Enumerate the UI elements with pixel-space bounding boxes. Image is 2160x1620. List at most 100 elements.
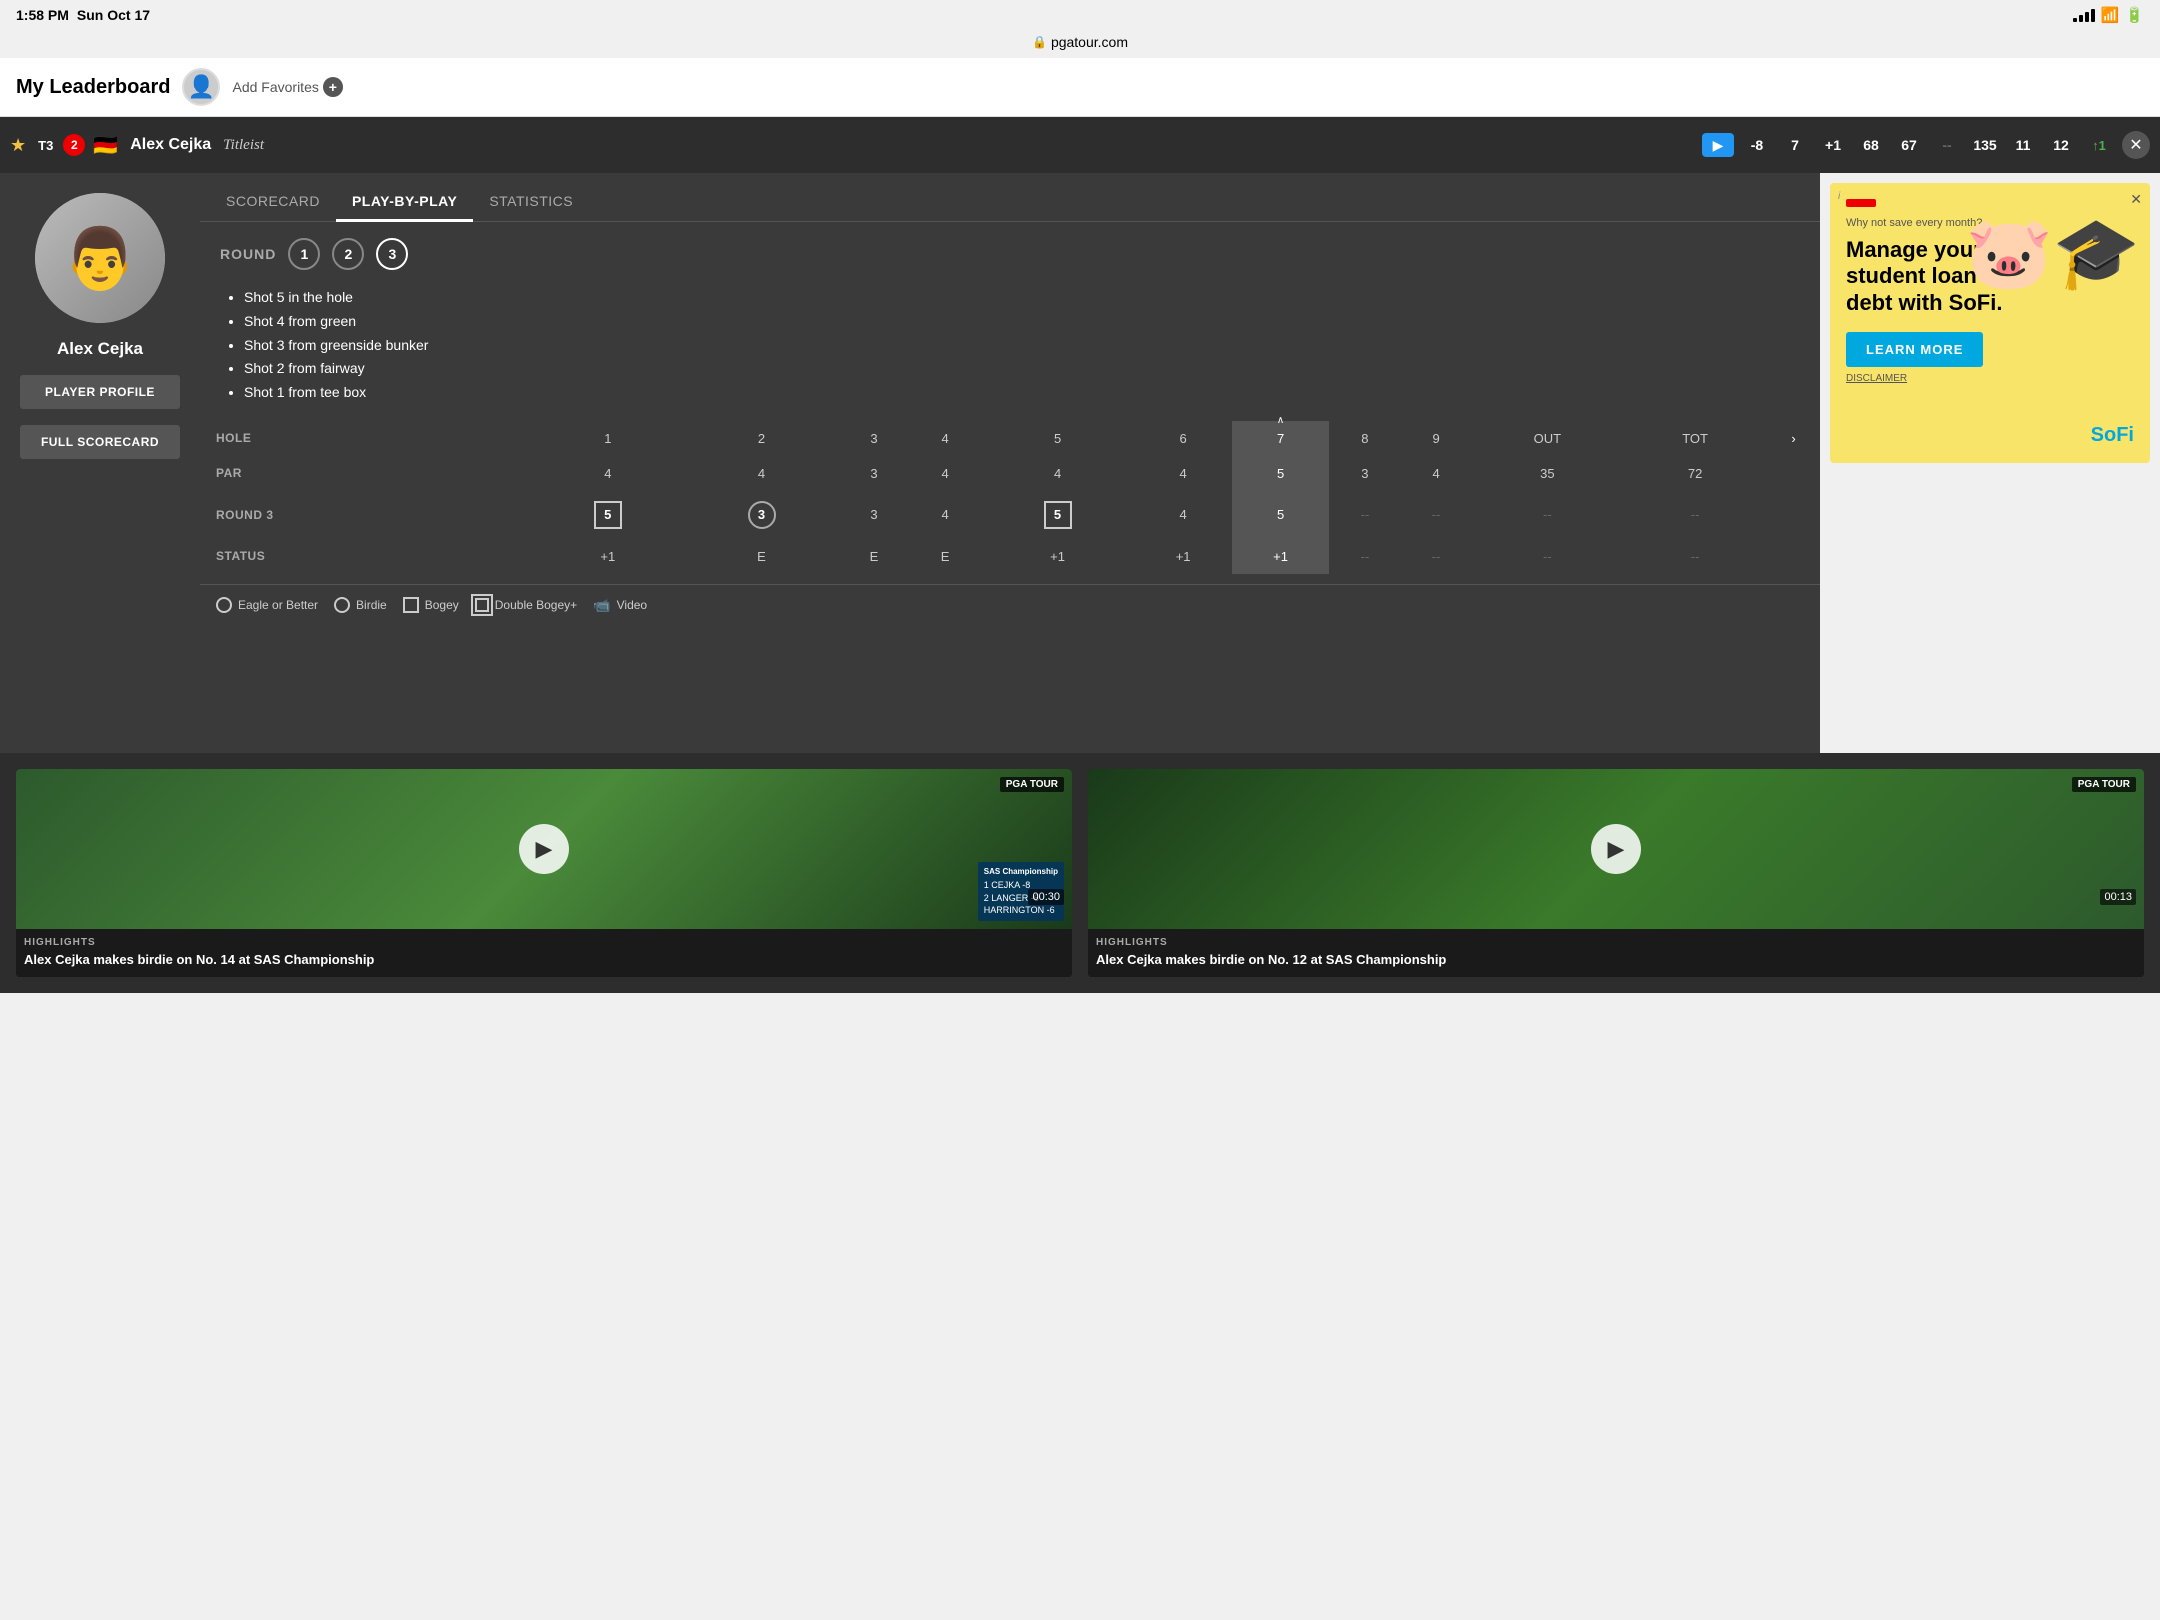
player-avatar: 👨: [35, 193, 165, 323]
hole-2: 2: [685, 421, 839, 456]
video-tag-2: HIGHLIGHTS: [1096, 937, 2136, 948]
r3-h4: 4: [910, 491, 981, 539]
r3-tot: --: [1623, 491, 1767, 539]
legend-double-bogey: Double Bogey+: [475, 598, 577, 612]
s-h1: +1: [531, 539, 685, 574]
shot-list: Shot 5 in the hole Shot 4 from green Sho…: [220, 286, 1800, 405]
wifi-icon: 📶: [2101, 6, 2120, 24]
main-content: 👨 Alex Cejka PLAYER PROFILE FULL SCORECA…: [0, 173, 2160, 753]
player-holes2: 12: [2046, 137, 2076, 153]
s-h3: E: [838, 539, 909, 574]
avatar: 👤: [182, 68, 220, 106]
video-icon[interactable]: ▶: [1702, 133, 1734, 157]
r3-out: --: [1472, 491, 1623, 539]
player-score: -8: [1742, 137, 1772, 153]
shot-2: Shot 2 from fairway: [244, 357, 1800, 381]
video-card-1[interactable]: PGA TOUR ▶ SAS Championship 1 CEJKA -8 2…: [16, 769, 1072, 977]
status-bar: 1:58 PM Sun Oct 17 📶 🔋: [0, 0, 2160, 30]
shot-4: Shot 4 from green: [244, 310, 1800, 334]
round-label: ROUND: [220, 246, 276, 262]
s-h2: E: [685, 539, 839, 574]
hole-7-header: ∧ 7: [1232, 421, 1329, 456]
videos-section: PGA TOUR ▶ SAS Championship 1 CEJKA -8 2…: [0, 753, 2160, 993]
add-favorites-button[interactable]: Add Favorites +: [232, 77, 342, 97]
leaderboard-title: My Leaderboard: [16, 76, 170, 99]
tab-statistics[interactable]: STATISTICS: [473, 181, 589, 221]
piggy-icon: 🐷🎓: [1966, 213, 2140, 295]
par-row: PAR 4 4 3 4 4 4 5 3 4 35 72: [200, 456, 1820, 491]
country-flag: 🇩🇪: [93, 133, 118, 158]
video-label: Video: [617, 598, 647, 612]
play-button-2[interactable]: ▶: [1591, 824, 1641, 874]
hole-9: 9: [1400, 421, 1471, 456]
full-scorecard-button[interactable]: FULL SCORECARD: [20, 425, 180, 459]
lock-icon: 🔒: [1032, 35, 1047, 49]
holes-row: HOLE 1 2 3 4 5 6 ∧ 7 8 9 OUT: [200, 421, 1820, 456]
s-out: --: [1472, 539, 1623, 574]
s-h8: --: [1329, 539, 1400, 574]
status-time: 1:58 PM: [16, 7, 69, 23]
player-dash: --: [1932, 137, 1962, 153]
next-arrow-cell[interactable]: ›: [1767, 421, 1820, 456]
tab-play-by-play[interactable]: PLAY-BY-PLAY: [336, 181, 473, 221]
r3-h2: 3: [685, 491, 839, 539]
status-date: Sun Oct 17: [77, 7, 150, 23]
hole-6: 6: [1134, 421, 1231, 456]
strokes-back-badge: 2: [63, 134, 85, 156]
star-icon: ★: [10, 135, 26, 156]
ad-close-icon[interactable]: ✕: [2130, 191, 2142, 208]
video-info-1: HIGHLIGHTS Alex Cejka makes birdie on No…: [16, 929, 1072, 977]
legend-birdie: Birdie: [334, 597, 387, 613]
s-tot: --: [1623, 539, 1767, 574]
birdie-label: Birdie: [356, 598, 387, 612]
status-row: STATUS +1 E E E +1 +1 +1 -- -- -- --: [200, 539, 1820, 574]
add-favorites-label: Add Favorites: [232, 79, 318, 95]
sofi-logo: SoFi: [2091, 424, 2134, 447]
video-tag-1: HIGHLIGHTS: [24, 937, 1064, 948]
video-card-2[interactable]: PGA TOUR ▶ 00:13 HIGHLIGHTS Alex Cejka m…: [1088, 769, 2144, 977]
ad-cta-button[interactable]: LEARN MORE: [1846, 332, 1983, 367]
video-duration-1: 00:30: [1028, 889, 1064, 905]
player-movement: ↑1: [2084, 138, 2114, 153]
player-name-left: Alex Cejka: [57, 339, 143, 359]
tab-scorecard[interactable]: SCORECARD: [210, 181, 336, 221]
round-3-button[interactable]: 3: [376, 238, 408, 270]
ad-panel: i ✕ Why not save every month? Manage you…: [1820, 173, 2160, 753]
round-2-button[interactable]: 2: [332, 238, 364, 270]
r3-h6: 4: [1134, 491, 1231, 539]
player-profile-button[interactable]: PLAYER PROFILE: [20, 375, 180, 409]
tabs: SCORECARD PLAY-BY-PLAY STATISTICS: [200, 181, 1820, 222]
video-thumb-2: PGA TOUR ▶: [1088, 769, 2144, 929]
s-h4: E: [910, 539, 981, 574]
hole-3: 3: [838, 421, 909, 456]
hole-tot: TOT: [1623, 421, 1767, 456]
player-position: T3: [38, 138, 53, 153]
plus-icon: +: [323, 77, 343, 97]
signal-icon: [2073, 9, 2095, 22]
player-name-banner: Alex Cejka: [130, 136, 211, 154]
status-icons: 📶 🔋: [2073, 6, 2144, 24]
pga-badge-1: PGA TOUR: [1000, 777, 1064, 792]
player-round2: 67: [1894, 137, 1924, 153]
r3-h5: 5: [981, 491, 1135, 539]
r3-h9: --: [1400, 491, 1471, 539]
close-button[interactable]: ✕: [2122, 131, 2150, 159]
player-stat2: +1: [1818, 137, 1848, 153]
right-panel: SCORECARD PLAY-BY-PLAY STATISTICS ROUND …: [200, 173, 1820, 753]
hole-5: 5: [981, 421, 1135, 456]
player-total: 135: [1970, 137, 2000, 153]
play-button-1[interactable]: ▶: [519, 824, 569, 874]
player-stat1: 7: [1780, 137, 1810, 153]
r3-h1: 5: [531, 491, 685, 539]
ad-disclaimer[interactable]: DISCLAIMER: [1846, 373, 2134, 384]
s-h9: --: [1400, 539, 1471, 574]
player-round1: 68: [1856, 137, 1886, 153]
r3-h7: 5: [1232, 491, 1329, 539]
round-1-button[interactable]: 1: [288, 238, 320, 270]
shot-5: Shot 5 in the hole: [244, 286, 1800, 310]
round-selector: ROUND 1 2 3: [220, 238, 1800, 270]
ad-badge: [1846, 199, 1876, 207]
player-holes1: 11: [2008, 137, 2038, 153]
ad-info: i: [1838, 191, 1840, 202]
hole-label: HOLE: [200, 421, 531, 456]
